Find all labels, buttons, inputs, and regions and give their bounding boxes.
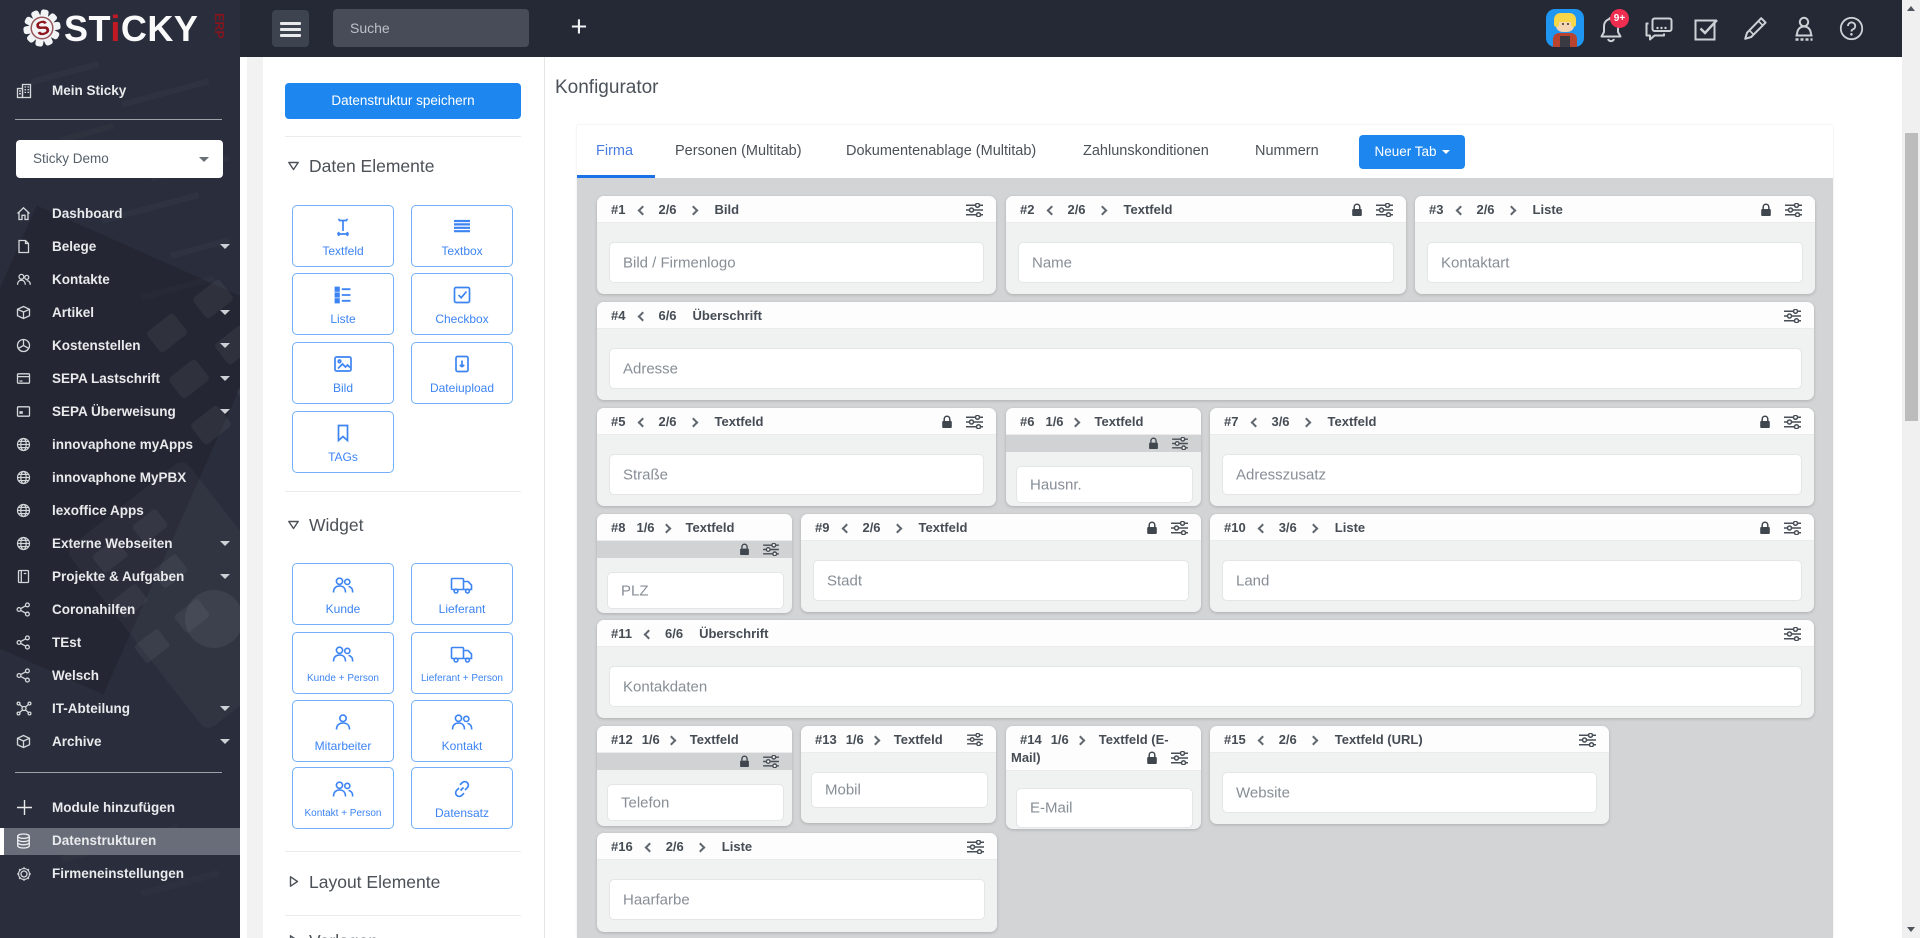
svg-text:ERP: ERP bbox=[212, 13, 226, 39]
svg-text:STiCKY: STiCKY bbox=[64, 8, 198, 49]
